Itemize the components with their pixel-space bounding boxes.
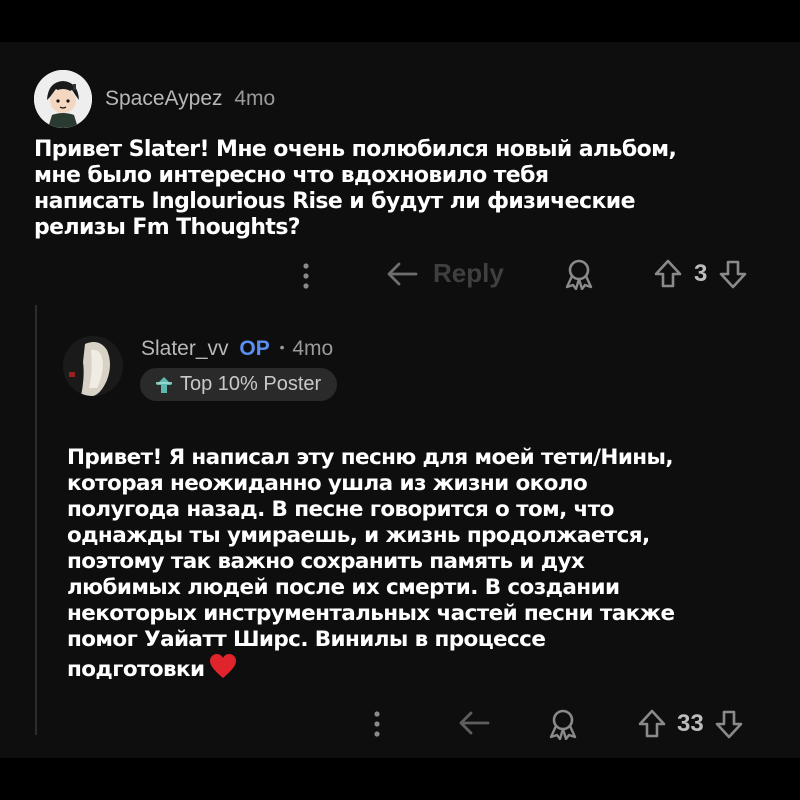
comment-body: Привет! Я написал эту песню для моей тет… <box>67 419 777 683</box>
vote-controls: 33 <box>636 708 745 740</box>
award-icon <box>549 709 577 740</box>
award-button[interactable] <box>546 708 580 740</box>
reply-button[interactable] <box>457 708 491 738</box>
meta-separator: • <box>279 339 285 355</box>
more-vertical-icon <box>374 711 380 737</box>
op-badge: OP <box>239 337 270 360</box>
vote-count: 3 <box>694 260 708 287</box>
badge-label: Top 10% Poster <box>180 373 322 395</box>
avatar[interactable] <box>63 336 123 396</box>
award-button[interactable] <box>562 258 596 290</box>
award-icon <box>565 259 593 290</box>
more-vertical-icon <box>303 263 309 289</box>
avatar[interactable] <box>34 70 92 128</box>
heart-icon <box>209 654 236 678</box>
more-options-button[interactable] <box>369 708 385 740</box>
more-options-button[interactable] <box>298 260 314 292</box>
comment-meta: Slater_vv OP • 4mo <box>141 337 333 361</box>
vote-controls: 3 <box>652 258 749 290</box>
downvote-icon[interactable] <box>713 708 745 740</box>
upvote-icon[interactable] <box>652 258 684 290</box>
top-poster-icon <box>156 376 172 393</box>
upvote-icon[interactable] <box>636 708 668 740</box>
comment-body: Привет Slater! Мне очень полюбился новый… <box>34 137 677 240</box>
reply-button[interactable]: Reply <box>385 258 504 289</box>
top-poster-badge[interactable]: Top 10% Poster <box>140 368 338 401</box>
reply-label: Reply <box>433 258 504 288</box>
comment-meta: SpaceAypez 4mo <box>105 87 275 111</box>
username[interactable]: SpaceAypez <box>105 87 223 110</box>
comment-body-text: Привет! Я написал эту песню для моей тет… <box>67 445 675 682</box>
reply-arrow-icon <box>459 711 490 735</box>
username[interactable]: Slater_vv <box>141 337 229 360</box>
reply-arrow-icon <box>387 262 418 285</box>
comment-age: 4mo <box>234 87 276 110</box>
comment-age: 4mo <box>292 337 334 360</box>
thread-line <box>35 305 37 735</box>
downvote-icon[interactable] <box>717 258 749 290</box>
vote-count: 33 <box>677 710 704 737</box>
